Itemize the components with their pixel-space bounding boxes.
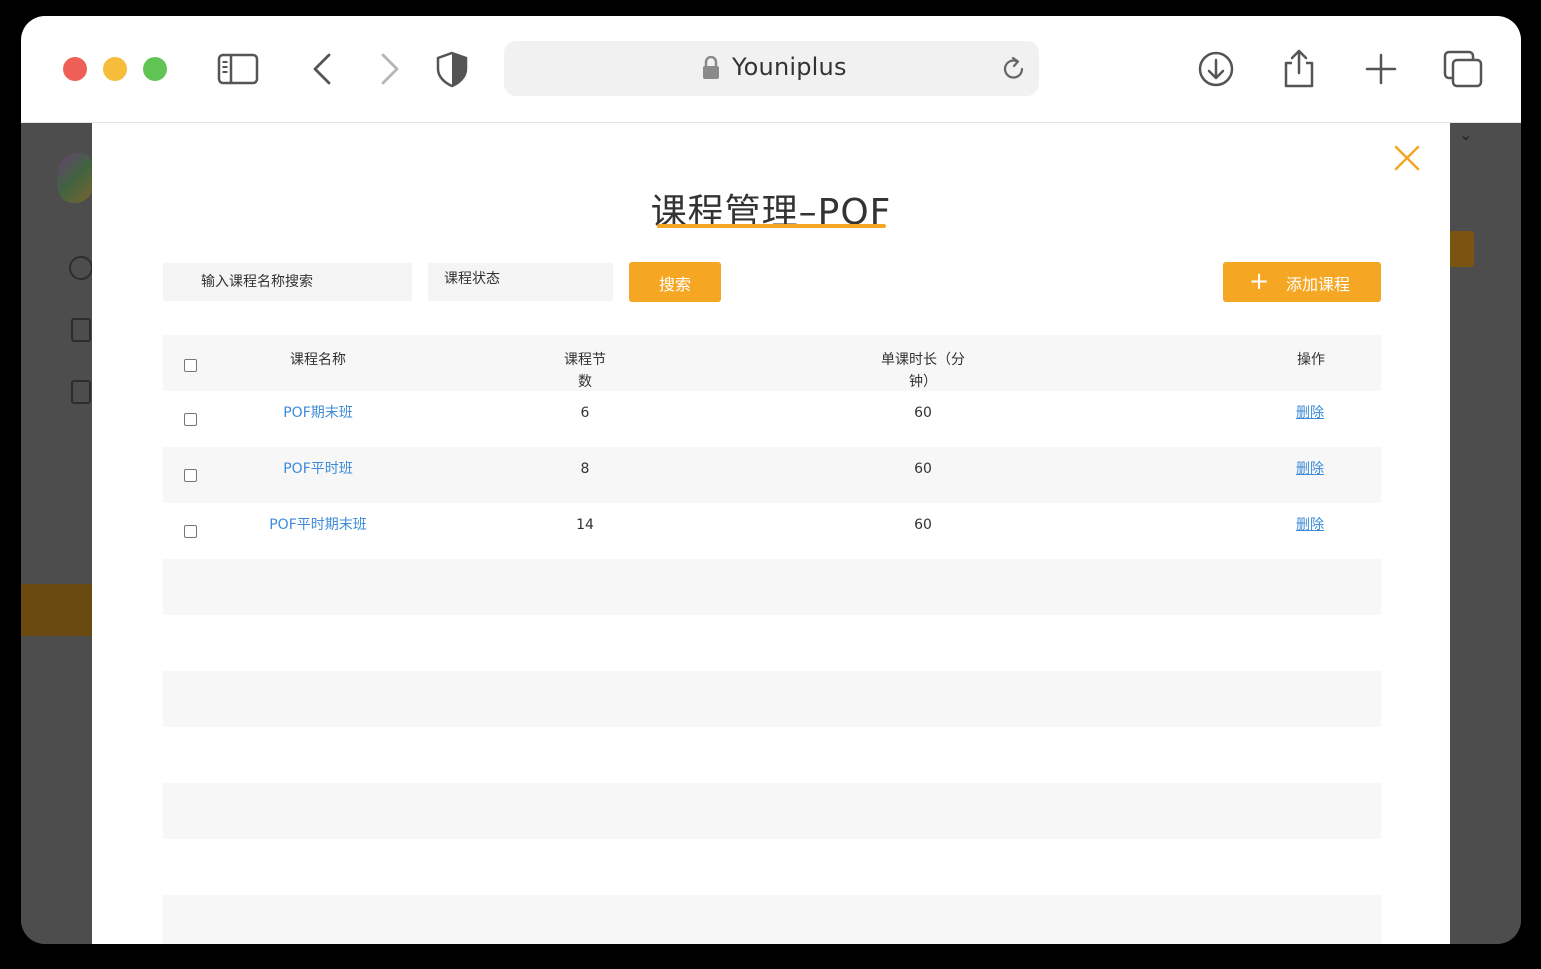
course-name-link[interactable]: POF期末班 (253, 402, 383, 424)
privacy-shield-icon[interactable] (431, 48, 473, 90)
title-underline (657, 224, 886, 228)
downloads-icon[interactable] (1195, 48, 1237, 90)
empty-table-row (163, 727, 1381, 783)
select-all-checkbox[interactable] (184, 359, 197, 372)
minimize-window-button[interactable] (103, 57, 127, 81)
empty-table-row (163, 671, 1381, 727)
reload-icon[interactable] (1000, 55, 1028, 83)
row-checkbox[interactable] (184, 469, 197, 482)
app-logo-icon (57, 153, 95, 203)
background-button (1450, 231, 1474, 267)
empty-table-row (163, 615, 1381, 671)
share-icon[interactable] (1278, 48, 1320, 90)
header-course-name: 课程名称 (290, 352, 346, 368)
course-management-modal: 课程管理–POF 课程状态 搜索 + 添加课程 课程名称 课程节数 单课时长（分… (92, 123, 1450, 944)
course-name-link[interactable]: POF平时班 (253, 458, 383, 480)
user-icon (69, 256, 93, 280)
add-course-button[interactable]: + 添加课程 (1223, 262, 1381, 302)
course-table: 课程名称 课程节数 单课时长（分钟） 操作 POF期末班 6 60 删除 POF… (163, 335, 1381, 944)
tab-overview-icon[interactable] (1442, 48, 1484, 90)
course-status-select[interactable]: 课程状态 (428, 263, 613, 301)
browser-toolbar: Youniplus (21, 16, 1521, 123)
lock-icon (703, 56, 719, 79)
forward-icon[interactable] (367, 48, 409, 90)
lesson-count: 6 (580, 405, 590, 421)
lesson-count: 8 (580, 461, 590, 477)
new-tab-icon[interactable] (1360, 48, 1402, 90)
table-row: POF平时期末班 14 60 删除 (163, 503, 1381, 559)
address-bar[interactable]: Youniplus (504, 41, 1039, 96)
row-checkbox[interactable] (184, 525, 197, 538)
add-course-label: 添加课程 (1286, 275, 1351, 294)
close-icon[interactable] (1392, 143, 1422, 173)
sidebar-active-item (21, 584, 93, 636)
search-button[interactable]: 搜索 (629, 262, 721, 302)
header-operation: 操作 (1297, 352, 1325, 368)
header-lesson-duration: 单课时长（分钟） (881, 352, 965, 390)
header-lesson-count: 课程节数 (564, 352, 606, 390)
document-icon (71, 318, 91, 342)
empty-table-row (163, 783, 1381, 839)
browser-window: Youniplus ⌄ 课程管理–POF 课程状态 (21, 16, 1521, 944)
close-window-button[interactable] (63, 57, 87, 81)
calendar-icon (71, 380, 91, 404)
row-checkbox[interactable] (184, 413, 197, 426)
delete-link[interactable]: 删除 (1288, 402, 1332, 424)
sidebar-toggle-icon[interactable] (217, 48, 259, 90)
table-row: POF平时班 8 60 删除 (163, 447, 1381, 503)
address-text: Youniplus (732, 53, 847, 81)
course-name-link[interactable]: POF平时期末班 (253, 514, 383, 536)
plus-icon: + (1249, 267, 1270, 295)
delete-link[interactable]: 删除 (1288, 514, 1332, 536)
lesson-duration: 60 (914, 461, 932, 477)
lesson-count: 14 (576, 517, 594, 533)
back-icon[interactable] (303, 48, 345, 90)
empty-table-row (163, 839, 1381, 895)
course-name-search-input[interactable] (163, 263, 412, 301)
chevron-down-icon: ⌄ (1459, 125, 1473, 144)
empty-table-row (163, 559, 1381, 615)
delete-link[interactable]: 删除 (1288, 458, 1332, 480)
empty-table-row (163, 895, 1381, 944)
zoom-window-button[interactable] (143, 57, 167, 81)
lesson-duration: 60 (914, 405, 932, 421)
lesson-duration: 60 (914, 517, 932, 533)
table-row: POF期末班 6 60 删除 (163, 391, 1381, 447)
table-header: 课程名称 课程节数 单课时长（分钟） 操作 (163, 335, 1381, 391)
